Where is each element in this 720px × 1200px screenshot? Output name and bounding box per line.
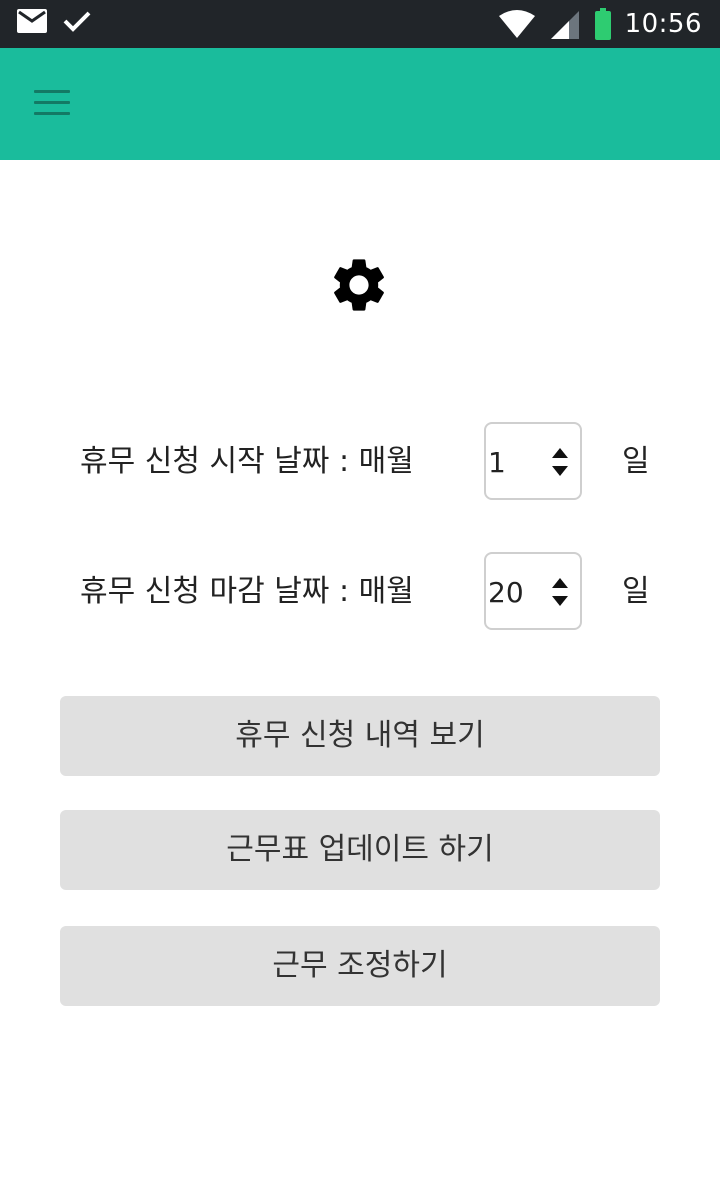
wifi-icon xyxy=(498,10,535,38)
increment-arrow-icon[interactable] xyxy=(552,578,568,588)
clock: 10:56 xyxy=(624,9,702,39)
status-bar-system: 10:56 xyxy=(498,4,702,44)
start-day-row: 휴무 신청 시작 날짜 : 매월 1 일 xyxy=(0,422,720,502)
adjust-work-button[interactable]: 근무 조정하기 xyxy=(60,926,660,1006)
decrement-arrow-icon[interactable] xyxy=(552,466,568,476)
signal-icon xyxy=(550,11,579,39)
gear-icon xyxy=(334,259,384,311)
update-schedule-button[interactable]: 근무표 업데이트 하기 xyxy=(60,810,660,890)
end-day-unit: 일 xyxy=(622,574,650,609)
start-day-stepper-arrows[interactable] xyxy=(548,442,572,482)
hamburger-menu-icon[interactable] xyxy=(24,84,80,124)
app-bar xyxy=(0,48,720,160)
start-day-label: 휴무 신청 시작 날짜 : 매월 xyxy=(80,444,414,479)
increment-arrow-icon[interactable] xyxy=(552,448,568,458)
start-day-value[interactable]: 1 xyxy=(488,424,506,502)
status-bar-notifications xyxy=(16,8,92,34)
start-day-stepper[interactable]: 1 xyxy=(484,422,582,500)
battery-icon xyxy=(594,8,611,40)
end-day-stepper-arrows[interactable] xyxy=(548,572,572,612)
check-icon xyxy=(63,11,91,32)
end-day-value[interactable]: 20 xyxy=(488,554,524,632)
end-day-row: 휴무 신청 마감 날짜 : 매월 20 일 xyxy=(0,552,720,632)
end-day-stepper[interactable]: 20 xyxy=(484,552,582,630)
start-day-unit: 일 xyxy=(622,444,650,479)
status-bar: 10:56 xyxy=(0,0,720,48)
view-leave-requests-button[interactable]: 휴무 신청 내역 보기 xyxy=(60,696,660,776)
mail-icon xyxy=(17,9,47,33)
end-day-label: 휴무 신청 마감 날짜 : 매월 xyxy=(80,574,414,609)
decrement-arrow-icon[interactable] xyxy=(552,596,568,606)
